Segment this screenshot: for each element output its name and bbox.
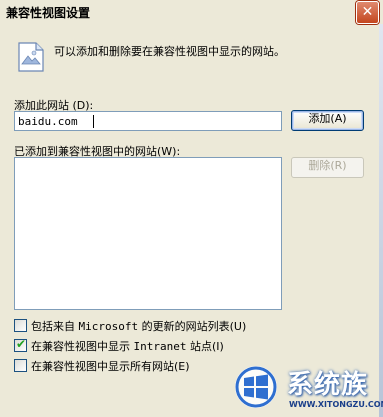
option-label-mono: Intranet bbox=[133, 340, 187, 353]
add-button[interactable]: 添加(A) bbox=[291, 110, 364, 131]
close-button[interactable]: ✕ bbox=[356, 1, 379, 24]
delete-button[interactable]: 删除(R) bbox=[291, 157, 364, 178]
site-watermark: 系统族 WWW.XITONGZU.COM bbox=[233, 362, 383, 417]
option-label-prefix: 在兼容性视图中显示 bbox=[31, 340, 134, 353]
checkmark-icon: ✔ bbox=[16, 337, 27, 351]
title-bar[interactable]: 兼容性视图设置 ✕ bbox=[0, 0, 383, 24]
option-label-suffix: 的更新的网站列表(U) bbox=[138, 320, 247, 333]
option-label-prefix: 在兼容性视图中显示所有网站(E) bbox=[31, 360, 190, 373]
option-label: 在兼容性视图中显示所有网站(E) bbox=[31, 358, 190, 374]
add-site-input-value: baidu.com bbox=[18, 115, 78, 128]
info-text: 可以添加和删除要在兼容性视图中显示的网站。 bbox=[54, 45, 285, 58]
watermark-text: 系统族 bbox=[287, 370, 369, 400]
checkbox-show-intranet-sites[interactable]: ✔ bbox=[14, 337, 27, 352]
option-label-mono: Microsoft bbox=[78, 320, 139, 333]
option-label: 在兼容性视图中显示 Intranet 站点(I) bbox=[31, 338, 224, 354]
option-label: 包括来自 Microsoft 的更新的网站列表(U) bbox=[31, 318, 246, 334]
added-sites-list[interactable] bbox=[14, 157, 282, 310]
text-caret bbox=[93, 115, 94, 128]
option-label-prefix: 包括来自 bbox=[31, 320, 79, 333]
close-icon: ✕ bbox=[361, 4, 374, 20]
dialog-title: 兼容性视图设置 bbox=[6, 6, 91, 20]
windows-logo-icon bbox=[235, 366, 277, 408]
compatibility-view-dialog: 兼容性视图设置 ✕ 可以添加和删除要在兼容性视图中显示的网站。 添加此网站 (D… bbox=[0, 0, 383, 417]
option-label-suffix: 站点(I) bbox=[186, 340, 224, 353]
background-window-edge bbox=[379, 24, 383, 417]
document-icon bbox=[18, 42, 44, 72]
checkbox-show-all-sites[interactable] bbox=[14, 359, 27, 372]
checkbox-include-microsoft-list[interactable] bbox=[14, 319, 27, 332]
add-site-input[interactable]: baidu.com bbox=[14, 111, 282, 131]
watermark-url: WWW.XITONGZU.COM bbox=[289, 400, 383, 409]
